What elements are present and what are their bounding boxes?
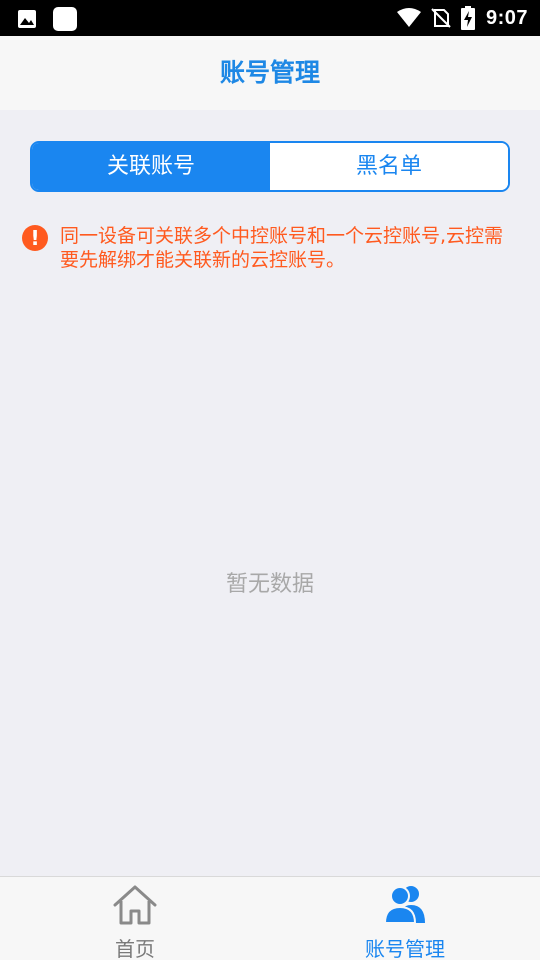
nav-label-account-management: 账号管理 [365,937,445,960]
home-icon [111,883,159,931]
notice-banner: ! 同一设备可关联多个中控账号和一个云控账号,云控需要先解绑才能关联新的云控账号… [22,224,518,272]
image-icon [16,8,38,30]
page-title: 账号管理 [0,36,540,110]
nav-item-home[interactable]: 首页 [0,877,270,960]
wifi-icon [396,7,422,29]
empty-state-text: 暂无数据 [225,572,314,597]
main-content: 关联账号 黑名单 ! 同一设备可关联多个中控账号和一个云控账号,云控需要先解绑才… [0,110,540,876]
no-sim-icon [430,7,452,29]
status-bar-right: 9:07 [396,6,528,30]
users-icon [381,883,429,931]
tab-linked-accounts[interactable]: 关联账号 [32,143,270,190]
status-time: 9:07 [485,6,528,29]
battery-charging-icon [460,6,476,30]
notice-text: 同一设备可关联多个中控账号和一个云控账号,云控需要先解绑才能关联新的云控账号。 [60,225,504,271]
status-bar: 9:07 [0,0,540,36]
square-app-icon [52,6,78,32]
nav-label-home: 首页 [115,937,155,960]
segmented-control: 关联账号 黑名单 [30,141,510,192]
bottom-nav: 首页 账号管理 [0,876,540,960]
nav-item-account-management[interactable]: 账号管理 [270,877,540,960]
tab-blacklist[interactable]: 黑名单 [270,143,508,190]
status-bar-left [16,6,78,32]
warning-icon: ! [22,225,48,251]
